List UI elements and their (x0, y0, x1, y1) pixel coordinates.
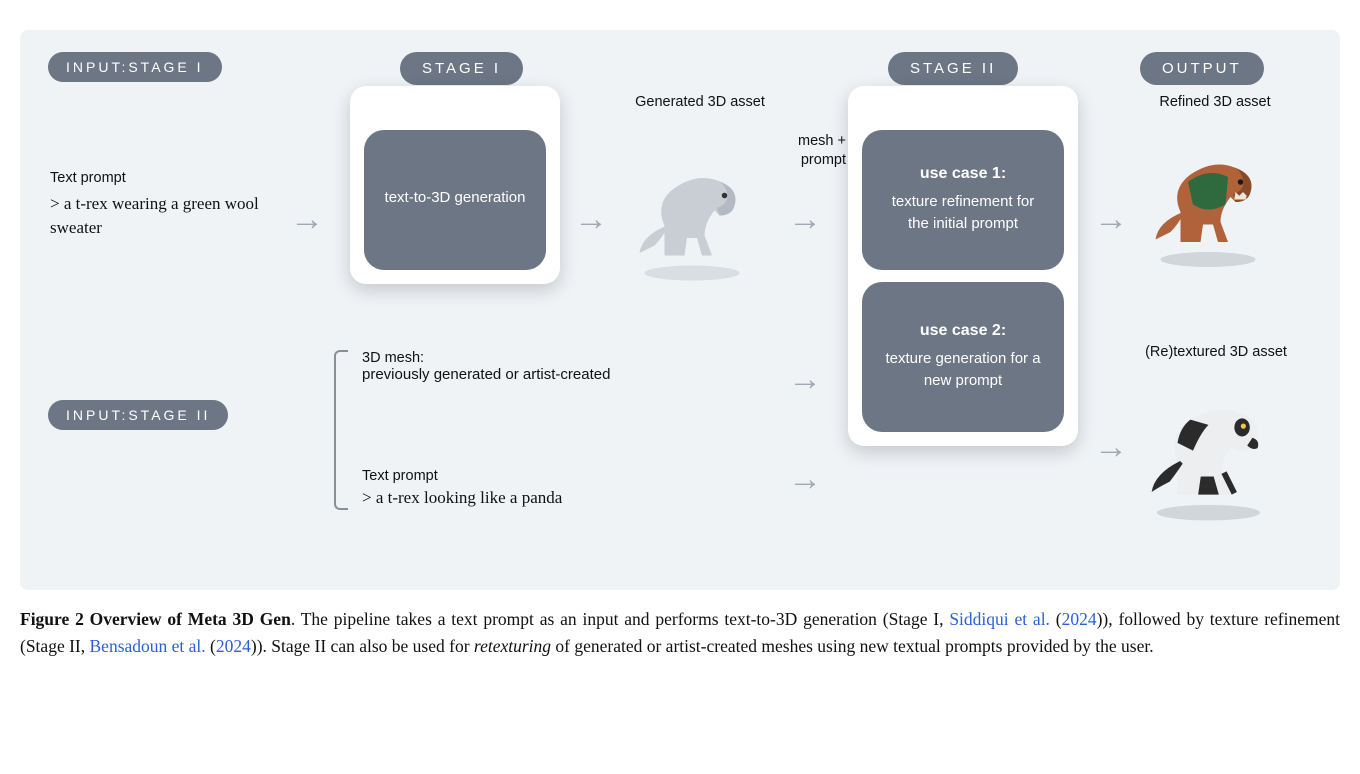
stage1-block-title: text-to-3D generation (384, 187, 526, 209)
input2-prompt-label: Text prompt (362, 468, 742, 484)
arrow-icon: → (788, 462, 822, 496)
caption-ref2-year-link[interactable]: 2024 (216, 636, 251, 656)
pill-input-stage-2: INPUT:STAGE II (48, 400, 228, 430)
caption-fig-title: Overview of Meta 3D Gen (90, 609, 291, 629)
input1-label: Text prompt (50, 170, 280, 186)
usecase1-title: use case 1: (882, 162, 1044, 185)
bracket-icon (334, 350, 348, 510)
caption-part4: of generated or artist-created meshes us… (551, 636, 1154, 656)
pill-input-stage-1: INPUT:STAGE I (48, 52, 222, 82)
pill-output: OUTPUT (1140, 52, 1264, 85)
stage1-card: text-to-3D generation (350, 86, 560, 284)
pill-stage-2: STAGE II (888, 52, 1018, 85)
arrow-icon: → (788, 202, 822, 236)
caption-part1: . The pipeline takes a text prompt as an… (291, 609, 950, 629)
trex-refined-icon (1133, 122, 1283, 272)
arrow-icon: → (290, 202, 324, 236)
usecase2-body: texture generation for a new prompt (882, 348, 1044, 392)
arrow-icon: → (788, 362, 822, 396)
caption-ref1-text: Siddiqui et al. (949, 609, 1050, 629)
retextured-asset-image (1128, 370, 1288, 520)
input2-mesh-sub: previously generated or artist-created (362, 366, 742, 383)
mesh-line2: prompt (801, 152, 846, 168)
retextured-asset-label: (Re)textured 3D asset (1116, 344, 1316, 360)
stage1-block: text-to-3D generation (364, 130, 546, 270)
caption-fig-label: Figure 2 (20, 609, 84, 629)
mesh-plus-prompt-label: mesh + prompt (776, 132, 846, 170)
usecase2-title: use case 2: (882, 319, 1044, 342)
stage2-usecase1: use case 1: texture refinement for the i… (862, 130, 1064, 270)
diagram-container: INPUT:STAGE I STAGE I STAGE II OUTPUT Te… (20, 30, 1340, 590)
refined-asset-label: Refined 3D asset (1130, 94, 1300, 110)
caption-part3: ). Stage II can also be used for (257, 636, 474, 656)
generated-asset-label: Generated 3D asset (610, 94, 790, 110)
trex-gray-icon (617, 138, 767, 288)
caption-ref2-link[interactable]: Bensadoun et al. (90, 636, 206, 656)
caption-ref2-text: Bensadoun et al. (90, 636, 206, 656)
refined-asset-image (1128, 122, 1288, 272)
caption-ref1-year-link[interactable]: 2024 (1062, 609, 1097, 629)
caption-ref2-year: 2024 (216, 636, 251, 656)
caption-ref1-link[interactable]: Siddiqui et al. (949, 609, 1050, 629)
input2-mesh-label: 3D mesh: (362, 350, 742, 366)
input1-prompt: > a t-rex wearing a green wool sweater (50, 192, 280, 240)
arrow-icon: → (574, 202, 608, 236)
generated-asset-image (612, 138, 772, 288)
trex-panda-icon (1131, 368, 1286, 523)
stage2-card: use case 1: texture refinement for the i… (848, 86, 1078, 446)
stage2-usecase2: use case 2: texture generation for a new… (862, 282, 1064, 432)
arrow-icon: → (1094, 430, 1128, 464)
figure-caption: Figure 2 Overview of Meta 3D Gen. The pi… (20, 606, 1340, 660)
caption-italic: retexturing (474, 636, 551, 656)
caption-ref1-year: 2024 (1062, 609, 1097, 629)
arrow-icon: → (1094, 202, 1128, 236)
usecase1-body: texture refinement for the initial promp… (882, 191, 1044, 235)
input2-prompt: > a t-rex looking like a panda (362, 486, 742, 510)
pill-stage-1: STAGE I (400, 52, 523, 85)
mesh-line1: mesh + (798, 133, 846, 149)
